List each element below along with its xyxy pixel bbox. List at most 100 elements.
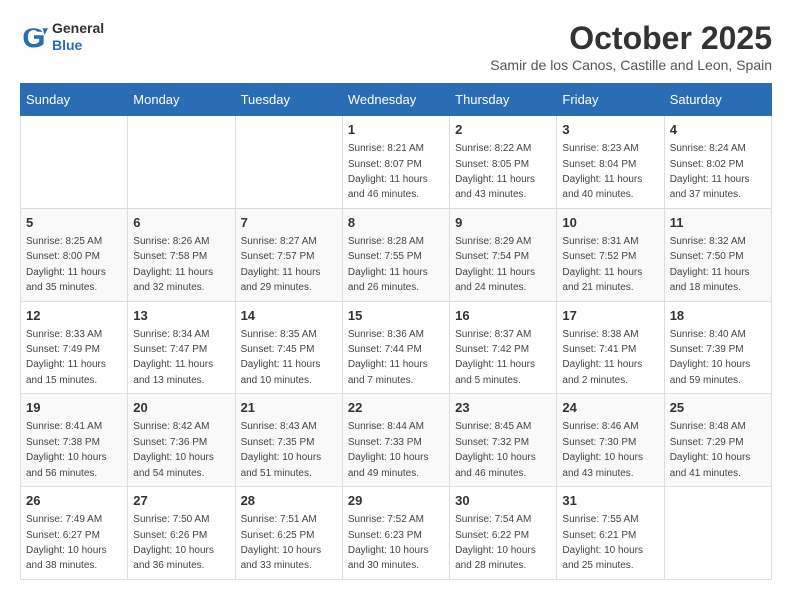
calendar-day: 11Sunrise: 8:32 AM Sunset: 7:50 PM Dayli… <box>664 208 771 301</box>
day-info: Sunrise: 8:28 AM Sunset: 7:55 PM Dayligh… <box>348 236 428 293</box>
day-number: 17 <box>562 307 658 325</box>
calendar-day: 30 Sunrise: 7:54 AM Sunset: 6:22 PM Dayli… <box>450 487 557 580</box>
day-number: 29 <box>348 492 444 510</box>
calendar-body: 1 Sunrise: 8:21 AM Sunset: 8:07 PM Daylig… <box>21 116 772 580</box>
logo-line1: General <box>52 20 104 37</box>
day-info: Sunrise: 8:23 AM Sunset: 8:04 PM Dayligh… <box>562 143 642 200</box>
day-number: 8 <box>348 214 444 232</box>
day-info: Sunrise: 8:42 AM Sunset: 7:36 PM Dayligh… <box>133 421 214 478</box>
calendar-week: 19Sunrise: 8:41 AM Sunset: 7:38 PM Dayli… <box>21 394 772 487</box>
calendar-week: 12Sunrise: 8:33 AM Sunset: 7:49 PM Dayli… <box>21 301 772 394</box>
calendar-day: 19Sunrise: 8:41 AM Sunset: 7:38 PM Dayli… <box>21 394 128 487</box>
weekday-header: Sunday <box>21 84 128 116</box>
weekday-header: Wednesday <box>342 84 449 116</box>
calendar-day: 6 Sunrise: 8:26 AM Sunset: 7:58 PM Daylig… <box>128 208 235 301</box>
calendar-day: 17 Sunrise: 8:38 AM Sunset: 7:41 PM Dayli… <box>557 301 664 394</box>
day-number: 6 <box>133 214 229 232</box>
day-info: Sunrise: 8:37 AM Sunset: 7:42 PM Dayligh… <box>455 329 535 386</box>
calendar-day: 25 Sunrise: 8:48 AM Sunset: 7:29 PM Dayli… <box>664 394 771 487</box>
day-info: Sunrise: 8:40 AM Sunset: 7:39 PM Dayligh… <box>670 329 751 386</box>
day-info: Sunrise: 8:29 AM Sunset: 7:54 PM Dayligh… <box>455 236 535 293</box>
day-number: 13 <box>133 307 229 325</box>
day-number: 3 <box>562 121 658 139</box>
day-info: Sunrise: 7:49 AM Sunset: 6:27 PM Dayligh… <box>26 514 107 571</box>
day-number: 2 <box>455 121 551 139</box>
calendar-day: 20 Sunrise: 8:42 AM Sunset: 7:36 PM Dayli… <box>128 394 235 487</box>
day-info: Sunrise: 7:55 AM Sunset: 6:21 PM Dayligh… <box>562 514 643 571</box>
subtitle: Samir de los Canos, Castille and Leon, S… <box>490 57 772 73</box>
calendar-week: 26 Sunrise: 7:49 AM Sunset: 6:27 PM Dayli… <box>21 487 772 580</box>
weekday-header: Thursday <box>450 84 557 116</box>
day-info: Sunrise: 8:26 AM Sunset: 7:58 PM Dayligh… <box>133 236 213 293</box>
logo-text: General Blue <box>52 20 104 54</box>
day-number: 31 <box>562 492 658 510</box>
calendar-day: 31 Sunrise: 7:55 AM Sunset: 6:21 PM Dayli… <box>557 487 664 580</box>
day-info: Sunrise: 8:44 AM Sunset: 7:33 PM Dayligh… <box>348 421 429 478</box>
day-number: 1 <box>348 121 444 139</box>
day-number: 26 <box>26 492 122 510</box>
calendar-day: 10 Sunrise: 8:31 AM Sunset: 7:52 PM Dayli… <box>557 208 664 301</box>
calendar-day <box>128 116 235 209</box>
day-info: Sunrise: 8:21 AM Sunset: 8:07 PM Dayligh… <box>348 143 428 200</box>
day-info: Sunrise: 8:46 AM Sunset: 7:30 PM Dayligh… <box>562 421 643 478</box>
weekday-row: SundayMondayTuesdayWednesdayThursdayFrid… <box>21 84 772 116</box>
calendar-day: 29 Sunrise: 7:52 AM Sunset: 6:23 PM Dayli… <box>342 487 449 580</box>
weekday-header: Tuesday <box>235 84 342 116</box>
day-info: Sunrise: 8:36 AM Sunset: 7:44 PM Dayligh… <box>348 329 428 386</box>
day-info: Sunrise: 8:22 AM Sunset: 8:05 PM Dayligh… <box>455 143 535 200</box>
logo-icon <box>20 23 48 51</box>
day-info: Sunrise: 8:35 AM Sunset: 7:45 PM Dayligh… <box>241 329 321 386</box>
day-number: 5 <box>26 214 122 232</box>
weekday-header: Monday <box>128 84 235 116</box>
calendar-day <box>664 487 771 580</box>
day-number: 15 <box>348 307 444 325</box>
calendar-day <box>21 116 128 209</box>
day-info: Sunrise: 8:38 AM Sunset: 7:41 PM Dayligh… <box>562 329 642 386</box>
day-number: 10 <box>562 214 658 232</box>
day-info: Sunrise: 8:48 AM Sunset: 7:29 PM Dayligh… <box>670 421 751 478</box>
calendar-day: 15 Sunrise: 8:36 AM Sunset: 7:44 PM Dayli… <box>342 301 449 394</box>
day-info: Sunrise: 7:54 AM Sunset: 6:22 PM Dayligh… <box>455 514 536 571</box>
calendar-day: 14Sunrise: 8:35 AM Sunset: 7:45 PM Dayli… <box>235 301 342 394</box>
calendar-day: 7Sunrise: 8:27 AM Sunset: 7:57 PM Daylig… <box>235 208 342 301</box>
calendar-day: 8 Sunrise: 8:28 AM Sunset: 7:55 PM Daylig… <box>342 208 449 301</box>
weekday-header: Saturday <box>664 84 771 116</box>
calendar-day: 28Sunrise: 7:51 AM Sunset: 6:25 PM Dayli… <box>235 487 342 580</box>
calendar-day: 12Sunrise: 8:33 AM Sunset: 7:49 PM Dayli… <box>21 301 128 394</box>
calendar-day: 1 Sunrise: 8:21 AM Sunset: 8:07 PM Daylig… <box>342 116 449 209</box>
calendar-day: 4 Sunrise: 8:24 AM Sunset: 8:02 PM Daylig… <box>664 116 771 209</box>
calendar-day: 3 Sunrise: 8:23 AM Sunset: 8:04 PM Daylig… <box>557 116 664 209</box>
day-number: 18 <box>670 307 766 325</box>
day-info: Sunrise: 8:41 AM Sunset: 7:38 PM Dayligh… <box>26 421 107 478</box>
day-number: 23 <box>455 399 551 417</box>
day-number: 21 <box>241 399 337 417</box>
calendar-day: 22 Sunrise: 8:44 AM Sunset: 7:33 PM Dayli… <box>342 394 449 487</box>
calendar-day: 13 Sunrise: 8:34 AM Sunset: 7:47 PM Dayli… <box>128 301 235 394</box>
day-info: Sunrise: 8:45 AM Sunset: 7:32 PM Dayligh… <box>455 421 536 478</box>
calendar-day: 16Sunrise: 8:37 AM Sunset: 7:42 PM Dayli… <box>450 301 557 394</box>
day-info: Sunrise: 8:24 AM Sunset: 8:02 PM Dayligh… <box>670 143 750 200</box>
day-number: 22 <box>348 399 444 417</box>
day-number: 27 <box>133 492 229 510</box>
day-info: Sunrise: 7:51 AM Sunset: 6:25 PM Dayligh… <box>241 514 322 571</box>
day-info: Sunrise: 8:31 AM Sunset: 7:52 PM Dayligh… <box>562 236 642 293</box>
logo: General Blue <box>20 20 104 54</box>
calendar-day: 23 Sunrise: 8:45 AM Sunset: 7:32 PM Dayli… <box>450 394 557 487</box>
day-info: Sunrise: 8:43 AM Sunset: 7:35 PM Dayligh… <box>241 421 322 478</box>
calendar-week: 5 Sunrise: 8:25 AM Sunset: 8:00 PM Daylig… <box>21 208 772 301</box>
day-info: Sunrise: 8:25 AM Sunset: 8:00 PM Dayligh… <box>26 236 106 293</box>
day-number: 30 <box>455 492 551 510</box>
calendar-day <box>235 116 342 209</box>
calendar-day: 26 Sunrise: 7:49 AM Sunset: 6:27 PM Dayli… <box>21 487 128 580</box>
day-number: 25 <box>670 399 766 417</box>
calendar-header: SundayMondayTuesdayWednesdayThursdayFrid… <box>21 84 772 116</box>
day-number: 4 <box>670 121 766 139</box>
day-info: Sunrise: 8:34 AM Sunset: 7:47 PM Dayligh… <box>133 329 213 386</box>
calendar-day: 2 Sunrise: 8:22 AM Sunset: 8:05 PM Daylig… <box>450 116 557 209</box>
day-info: Sunrise: 8:32 AM Sunset: 7:50 PM Dayligh… <box>670 236 750 293</box>
calendar-day: 9Sunrise: 8:29 AM Sunset: 7:54 PM Daylig… <box>450 208 557 301</box>
day-info: Sunrise: 7:52 AM Sunset: 6:23 PM Dayligh… <box>348 514 429 571</box>
day-number: 20 <box>133 399 229 417</box>
calendar-day: 21 Sunrise: 8:43 AM Sunset: 7:35 PM Dayli… <box>235 394 342 487</box>
day-number: 12 <box>26 307 122 325</box>
